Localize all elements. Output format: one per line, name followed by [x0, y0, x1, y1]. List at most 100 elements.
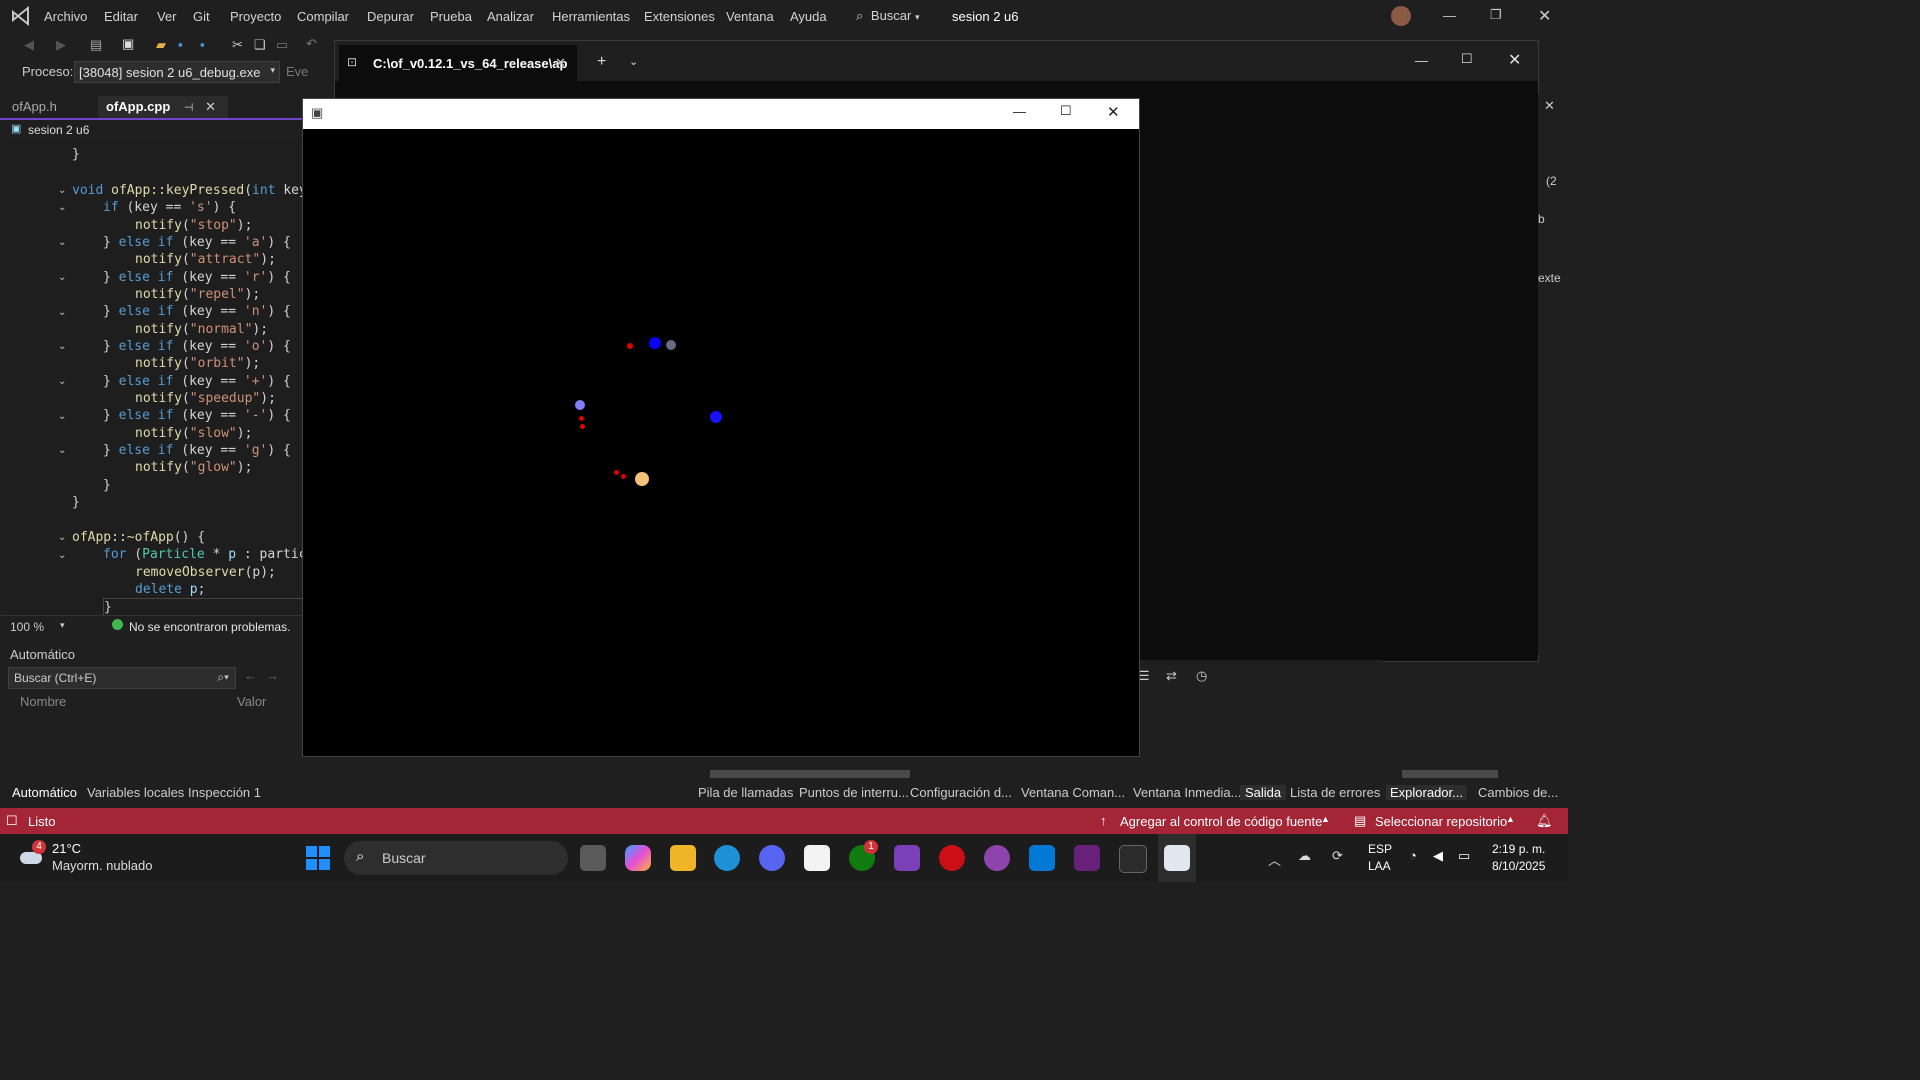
- paste-icon[interactable]: ▭: [276, 37, 288, 53]
- lang-1[interactable]: ESP: [1368, 842, 1392, 856]
- zoom-level[interactable]: 100 %: [10, 620, 44, 634]
- menu-proyecto[interactable]: Proyecto: [230, 9, 281, 24]
- pin-icon[interactable]: ⊣: [184, 102, 194, 114]
- chevron-down-icon[interactable]: ⌄: [58, 307, 66, 318]
- tab-inspeccion[interactable]: Inspección 1: [188, 785, 261, 800]
- file-explorer-icon[interactable]: [670, 845, 696, 871]
- chevron-down-icon[interactable]: ⌄: [58, 202, 66, 213]
- back-icon[interactable]: ◀: [24, 37, 34, 53]
- chevron-down-icon[interactable]: ⌄: [58, 411, 66, 422]
- forward-arrow-icon[interactable]: →: [266, 668, 279, 683]
- minimize-icon[interactable]: —: [1013, 104, 1026, 119]
- chevron-down-icon[interactable]: ⌄: [629, 55, 638, 68]
- terminal-tab[interactable]: ⊡ C:\of_v0.12.1_vs_64_release\ap ✕: [339, 45, 577, 81]
- source-control-button[interactable]: Agregar al control de código fuente: [1120, 814, 1322, 829]
- tab-puntos-interrupcion[interactable]: Puntos de interru...: [799, 785, 909, 800]
- terminal-app-icon[interactable]: [1119, 845, 1147, 873]
- chevron-down-icon[interactable]: ⌄: [58, 341, 66, 352]
- tab-cambios[interactable]: Cambios de...: [1478, 785, 1558, 800]
- new-tab-icon[interactable]: +: [597, 53, 606, 71]
- clock-date[interactable]: 8/10/2025: [1492, 859, 1545, 873]
- tab-explorador[interactable]: Explorador...: [1386, 785, 1467, 800]
- chevron-down-icon[interactable]: ⌄: [58, 445, 66, 456]
- minimize-icon[interactable]: —: [1443, 8, 1456, 23]
- taskbar-search[interactable]: ⌕ Buscar: [344, 841, 568, 875]
- close-tab-icon[interactable]: ✕: [555, 55, 566, 71]
- menu-ver[interactable]: Ver: [157, 9, 177, 24]
- tab-automatico[interactable]: Automático: [12, 785, 77, 800]
- scroll-thumb[interactable]: [710, 770, 910, 778]
- chevron-down-icon[interactable]: ⌄: [58, 237, 66, 248]
- discord-icon[interactable]: [759, 845, 785, 871]
- menu-ayuda[interactable]: Ayuda: [790, 9, 827, 24]
- chevron-up-icon[interactable]: ︿: [1268, 850, 1281, 869]
- maximize-icon[interactable]: ☐: [1060, 103, 1072, 119]
- bell-icon[interactable]: 🔔︎: [1536, 813, 1553, 829]
- lang-2[interactable]: LAA: [1368, 859, 1391, 873]
- menu-git[interactable]: Git: [193, 9, 210, 24]
- close-icon[interactable]: ✕: [1544, 98, 1555, 114]
- task-view-icon[interactable]: [580, 845, 606, 871]
- restore-icon[interactable]: ❐: [1490, 7, 1502, 23]
- new-file-icon[interactable]: ▤: [90, 37, 102, 53]
- output-scrollbar[interactable]: [698, 768, 1356, 780]
- chevron-up-icon[interactable]: ▲: [1321, 814, 1330, 824]
- battery-icon[interactable]: ▭: [1458, 848, 1470, 864]
- tab-pila-llamadas[interactable]: Pila de llamadas: [698, 785, 793, 800]
- github-icon[interactable]: [984, 845, 1010, 871]
- menu-extensiones[interactable]: Extensiones: [644, 9, 715, 24]
- tab-lista-errores[interactable]: Lista de errores: [1290, 785, 1380, 800]
- chevron-down-icon[interactable]: ⌄: [58, 376, 66, 387]
- copy-icon[interactable]: ❏: [254, 37, 266, 53]
- close-icon[interactable]: ✕: [1508, 50, 1521, 70]
- menu-ventana[interactable]: Ventana: [726, 9, 774, 24]
- process-select[interactable]: [38048] sesion 2 u6_debug.exe ▾: [74, 61, 280, 83]
- sync-icon[interactable]: ⟳: [1332, 848, 1343, 864]
- windows-start-icon[interactable]: [306, 846, 330, 870]
- avatar[interactable]: [1391, 6, 1411, 26]
- close-tab-icon[interactable]: ✕: [205, 99, 216, 114]
- volume-icon[interactable]: ◀︎: [1433, 848, 1443, 864]
- store-icon[interactable]: [804, 845, 830, 871]
- game-canvas[interactable]: [303, 129, 1139, 756]
- scroll-thumb[interactable]: [1402, 770, 1498, 778]
- close-icon[interactable]: ✕: [1538, 6, 1551, 26]
- edge-icon[interactable]: [714, 845, 740, 871]
- chevron-down-icon[interactable]: ▾: [60, 620, 65, 631]
- menu-prueba[interactable]: Prueba: [430, 9, 472, 24]
- undo-icon[interactable]: ↶: [306, 36, 317, 52]
- menu-analizar[interactable]: Analizar: [487, 9, 534, 24]
- save-icon[interactable]: ▪: [178, 37, 183, 52]
- tab-variables-locales[interactable]: Variables locales: [87, 785, 184, 800]
- select-repo-button[interactable]: Seleccionar repositorio: [1375, 814, 1507, 829]
- visual-studio-icon[interactable]: [1074, 845, 1100, 871]
- opera-icon[interactable]: [939, 845, 965, 871]
- problems-text[interactable]: No se encontraron problemas.: [129, 620, 290, 634]
- save-all-icon[interactable]: ▪: [200, 37, 205, 52]
- cut-icon[interactable]: ✂: [232, 37, 243, 53]
- search-icon[interactable]: ⌕▾: [217, 670, 229, 685]
- menu-compilar[interactable]: Compilar: [297, 9, 349, 24]
- menu-herramientas[interactable]: Herramientas: [552, 9, 630, 24]
- maximize-icon[interactable]: ☐: [1461, 51, 1473, 67]
- minimize-icon[interactable]: —: [1415, 53, 1428, 68]
- wifi-icon[interactable]: ◔: [1409, 848, 1417, 863]
- chevron-down-icon[interactable]: ⌄: [58, 550, 66, 561]
- tab-ventana-comandos[interactable]: Ventana Coman...: [1021, 785, 1125, 800]
- wrap-icon[interactable]: ⇄: [1166, 668, 1177, 684]
- back-arrow-icon[interactable]: ←: [244, 668, 257, 683]
- tab-ofapp-h[interactable]: ofApp.h: [4, 96, 65, 118]
- explorer-scrollbar[interactable]: [1390, 768, 1558, 780]
- tab-configuracion[interactable]: Configuración d...: [910, 785, 1012, 800]
- chevron-up-icon[interactable]: ▲: [1506, 814, 1515, 824]
- clock-icon[interactable]: ◷: [1196, 668, 1207, 684]
- game-app-icon[interactable]: [894, 845, 920, 871]
- cloud-off-icon[interactable]: ☁: [1298, 848, 1311, 864]
- autos-search-input[interactable]: Buscar (Ctrl+E) ⌕▾: [8, 667, 236, 689]
- open-folder-icon[interactable]: ▰: [156, 37, 166, 53]
- weather-icon[interactable]: 4: [18, 840, 46, 868]
- chevron-down-icon[interactable]: ⌄: [58, 272, 66, 283]
- game-window[interactable]: ▣ — ☐ ✕: [302, 98, 1140, 757]
- chevron-down-icon[interactable]: ⌄: [58, 185, 66, 196]
- forward-icon[interactable]: ▶: [56, 37, 66, 53]
